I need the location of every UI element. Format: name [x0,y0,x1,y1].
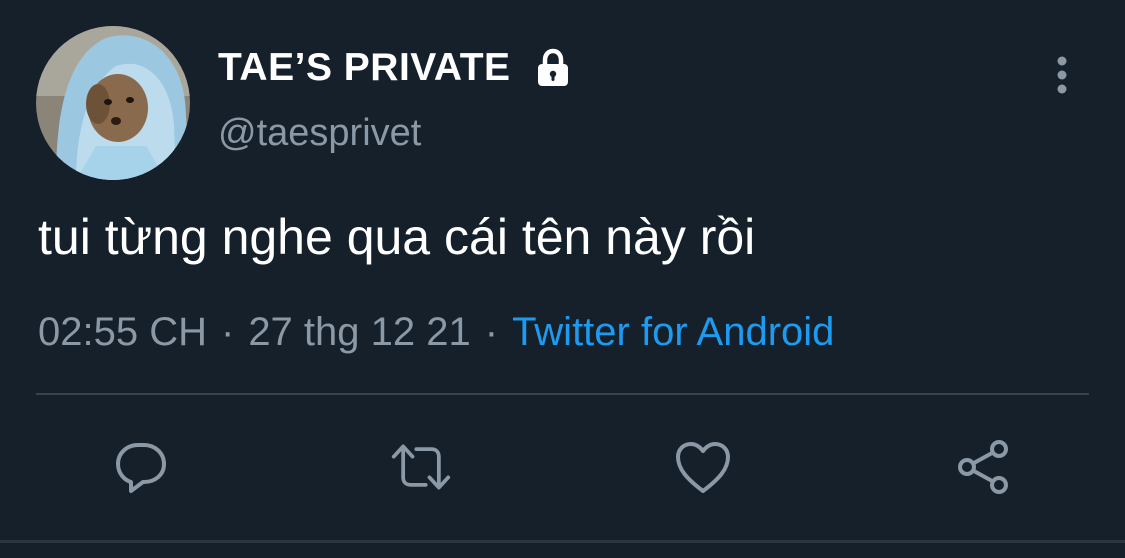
tweet-date[interactable]: 27 thg 12 21 [248,310,470,355]
divider [36,393,1089,395]
tweet-meta: 02:55 CH · 27 thg 12 21 · Twitter for An… [38,310,834,355]
avatar[interactable] [36,26,190,180]
avatar-image [36,26,190,180]
author-name-row: TAE’S PRIVATE [218,44,573,92]
retweet-icon [391,444,451,490]
display-name[interactable]: TAE’S PRIVATE [218,46,511,90]
retweet-button[interactable] [390,436,452,498]
share-button[interactable] [954,436,1016,498]
tweet-source-link[interactable]: Twitter for Android [512,310,834,355]
heart-icon [676,442,730,493]
like-button[interactable] [672,436,734,498]
share-icon [958,440,1008,494]
tweet-text: tui từng nghe qua cái tên này rồi [38,209,756,265]
tweet-detail: TAE’S PRIVATE @taesprivet tui từng nghe … [0,0,1125,558]
tweet-time[interactable]: 02:55 CH [38,310,207,355]
more-vertical-icon[interactable] [1048,54,1076,98]
meta-separator: · [484,310,499,354]
user-handle[interactable]: @taesprivet [218,112,421,155]
bottom-divider [0,540,1125,543]
meta-separator: · [220,310,235,354]
lock-icon [533,48,573,88]
reply-icon [116,443,166,493]
reply-button[interactable] [110,436,172,498]
